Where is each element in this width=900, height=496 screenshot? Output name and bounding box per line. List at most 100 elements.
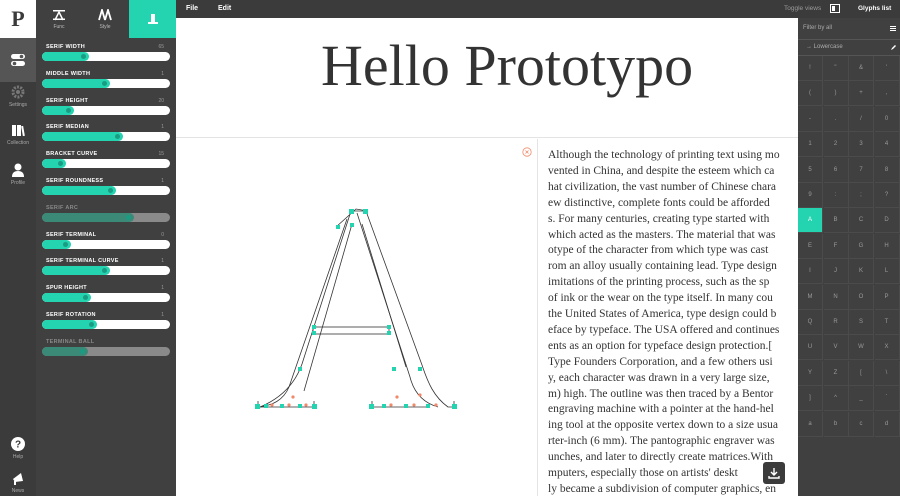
rail-news-button[interactable]: News xyxy=(0,460,36,496)
menu-edit[interactable]: Edit xyxy=(218,5,231,12)
slider-track[interactable] xyxy=(42,239,170,249)
glyph-cell[interactable]: : xyxy=(823,183,849,208)
glyph-cell[interactable]: K xyxy=(849,259,874,285)
glyph-cell[interactable]: 4 xyxy=(874,132,900,158)
slider-track[interactable] xyxy=(42,320,170,329)
glyph-cell[interactable]: A xyxy=(798,208,823,234)
slider-track[interactable] xyxy=(42,186,170,195)
glyph-cell[interactable]: S xyxy=(849,310,874,335)
close-icon[interactable] xyxy=(522,147,532,157)
glyph-cell[interactable]: C xyxy=(849,208,874,234)
toggle-views-button[interactable]: Toggle views xyxy=(784,5,821,12)
app-logo[interactable]: P xyxy=(0,0,36,38)
glyph-cell[interactable]: ) xyxy=(823,81,849,107)
glyph-cell[interactable]: ( xyxy=(798,81,823,107)
glyph-cell[interactable]: c xyxy=(849,411,874,437)
glyph-cell[interactable]: . xyxy=(823,106,849,132)
slider-knob[interactable] xyxy=(89,322,95,327)
glyph-cell[interactable]: B xyxy=(823,208,849,234)
glyph-cell[interactable]: F xyxy=(823,233,849,259)
glyph-cell[interactable]: T xyxy=(874,310,900,335)
glyph-cell[interactable]: O xyxy=(849,284,874,310)
slider-track[interactable] xyxy=(42,346,170,356)
glyph-canvas[interactable] xyxy=(176,139,538,496)
glyph-cell[interactable]: ` xyxy=(874,386,900,412)
glyph-category-label: → Lowercase xyxy=(806,44,843,50)
glyph-cell[interactable]: I xyxy=(798,259,823,285)
glyph-cell[interactable]: Z xyxy=(823,360,849,386)
glyph-cell[interactable]: W xyxy=(849,335,874,361)
slider-knob[interactable] xyxy=(101,80,107,86)
slider-track[interactable] xyxy=(42,159,170,169)
glyph-cell[interactable]: , xyxy=(874,81,900,107)
slider-knob[interactable] xyxy=(66,107,71,113)
views-icon[interactable] xyxy=(830,4,840,13)
glyph-cell[interactable]: [ xyxy=(849,360,874,386)
glyph-cell[interactable]: M xyxy=(798,284,823,310)
glyph-cell[interactable]: 0 xyxy=(874,106,900,132)
tab-func[interactable]: Func xyxy=(36,0,82,38)
glyph-cell[interactable]: b xyxy=(823,411,849,437)
glyph-cell[interactable]: a xyxy=(798,411,823,437)
glyph-cell[interactable]: ^ xyxy=(823,386,849,412)
slider-track[interactable] xyxy=(42,132,170,142)
glyph-cell[interactable]: U xyxy=(798,335,823,361)
glyph-category[interactable]: → Lowercase xyxy=(798,40,900,56)
glyph-cell[interactable]: 2 xyxy=(823,132,849,158)
glyph-cell[interactable]: " xyxy=(823,56,849,81)
glyph-cell[interactable]: H xyxy=(874,233,900,259)
slider-knob[interactable] xyxy=(126,214,132,220)
glyph-cell[interactable]: 3 xyxy=(849,132,874,158)
glyphs-list-label[interactable]: Glyphs list xyxy=(858,5,891,12)
slider-track[interactable] xyxy=(42,212,170,222)
glyph-cell[interactable]: N xyxy=(823,284,849,310)
menu-file[interactable]: File xyxy=(186,5,198,12)
tab-style[interactable]: Style xyxy=(82,0,128,38)
slider-knob[interactable] xyxy=(82,295,88,301)
glyph-cell[interactable]: Y xyxy=(798,360,823,386)
glyph-filter[interactable]: Filter by all xyxy=(798,18,900,40)
glyph-cell[interactable]: Q xyxy=(798,310,823,335)
slider-track[interactable] xyxy=(42,293,170,303)
glyph-cell[interactable]: G xyxy=(849,233,874,259)
glyph-cell[interactable]: ' xyxy=(874,56,900,81)
glyph-cell[interactable]: E xyxy=(798,233,823,259)
glyph-cell[interactable]: V xyxy=(823,335,849,361)
tab-serif[interactable] xyxy=(129,0,176,38)
text-preview[interactable]: Although the technology of printing text… xyxy=(539,139,798,496)
glyph-cell[interactable]: 6 xyxy=(823,157,849,183)
slider-track[interactable] xyxy=(42,266,170,276)
glyph-cell[interactable]: ; xyxy=(849,183,874,208)
download-button[interactable] xyxy=(763,462,785,484)
glyph-cell[interactable]: R xyxy=(823,310,849,335)
pen-icon[interactable] xyxy=(890,44,897,51)
glyph-cell[interactable]: L xyxy=(874,259,900,285)
style-icon xyxy=(98,8,112,20)
slider-track[interactable] xyxy=(42,52,170,61)
glyph-cell[interactable]: _ xyxy=(849,386,874,412)
glyph-cell[interactable]: 9 xyxy=(798,183,823,208)
slider-track[interactable] xyxy=(42,78,170,88)
glyph-cell[interactable]: J xyxy=(823,259,849,285)
rail-profile-button[interactable]: Profile xyxy=(0,152,36,196)
slider-track[interactable] xyxy=(42,105,170,115)
glyph-cell[interactable]: 1 xyxy=(798,132,823,158)
glyph-cell[interactable]: ] xyxy=(798,386,823,412)
glyph-cell[interactable]: D xyxy=(874,208,900,234)
glyph-cell[interactable]: & xyxy=(849,56,874,81)
glyph-cell[interactable]: 5 xyxy=(798,157,823,183)
glyph-cell[interactable]: X xyxy=(874,335,900,361)
glyph-cell[interactable]: d xyxy=(874,411,900,437)
glyph-cell[interactable]: / xyxy=(849,106,874,132)
glyph-cell[interactable]: ! xyxy=(798,56,823,81)
slider-knob[interactable] xyxy=(80,348,86,354)
glyph-cell[interactable]: 7 xyxy=(849,157,874,183)
glyph-cell[interactable]: ? xyxy=(874,183,900,208)
glyph-cell[interactable]: + xyxy=(849,81,874,107)
glyph-cell[interactable]: 8 xyxy=(874,157,900,183)
menu-icon[interactable] xyxy=(890,26,896,31)
rail-collection-button[interactable]: Collection xyxy=(0,112,36,156)
glyph-cell[interactable]: - xyxy=(798,106,823,132)
glyph-cell[interactable]: \ xyxy=(874,360,900,386)
glyph-cell[interactable]: P xyxy=(874,284,900,310)
